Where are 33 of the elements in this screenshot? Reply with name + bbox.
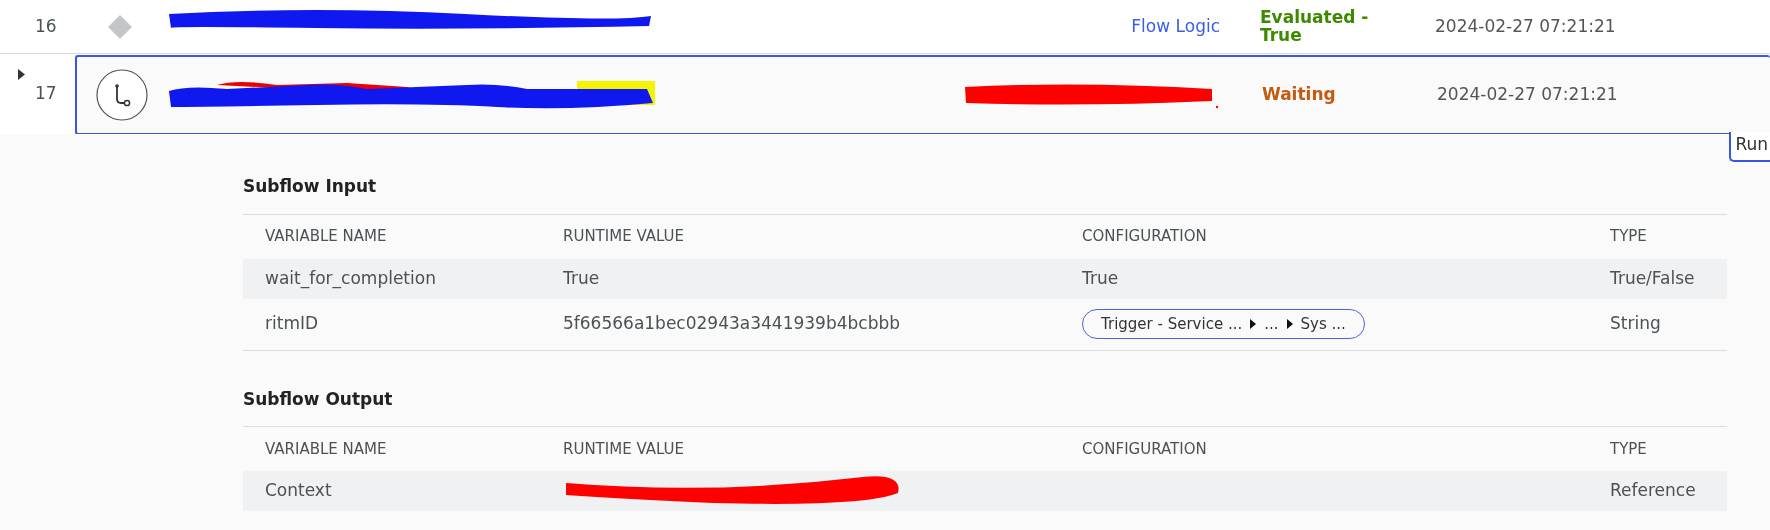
- table-cell: True: [1082, 267, 1119, 288]
- caret-icon: [1250, 319, 1257, 329]
- timestamp: 2024-02-27 07:21:21: [1437, 84, 1618, 105]
- table-cell: wait_for_completion: [265, 267, 436, 288]
- table-cell: String: [1610, 313, 1661, 334]
- column-header: RUNTIME VALUE: [563, 439, 685, 458]
- column-header: CONFIGURATION: [1082, 227, 1207, 246]
- section-title: Subflow Output: [243, 388, 393, 409]
- column-header: VARIABLE NAME: [265, 439, 387, 458]
- table-cell: True/False: [1610, 267, 1695, 288]
- column-header: TYPE: [1610, 439, 1647, 458]
- status-text: Evaluated - True: [1260, 8, 1370, 45]
- flow-logic-link[interactable]: Flow Logic: [1131, 13, 1220, 40]
- column-header: TYPE: [1610, 227, 1647, 246]
- caret-icon: [1286, 319, 1293, 329]
- column-header: VARIABLE NAME: [265, 227, 387, 246]
- table-cell: True: [563, 267, 600, 288]
- table-cell: ritmID: [265, 313, 319, 334]
- table-cell: Context: [265, 480, 332, 501]
- column-header: CONFIGURATION: [1082, 439, 1207, 458]
- timestamp: 2024-02-27 07:21:21: [1435, 15, 1616, 36]
- row-number: 17: [35, 83, 57, 104]
- table-cell: Reference: [1610, 480, 1696, 501]
- diamond-icon: [107, 13, 133, 40]
- row-number: 16: [35, 16, 57, 37]
- column-header: RUNTIME VALUE: [563, 227, 685, 246]
- table-cell: 5f66566a1bec02943a3441939b4bcbbb: [563, 313, 901, 334]
- run-tab[interactable]: Run: [1729, 132, 1770, 162]
- status-text: Waiting: [1262, 86, 1337, 104]
- caret-icon[interactable]: [18, 69, 25, 80]
- section-title: Subflow Input: [243, 176, 377, 196]
- branch-icon: [96, 69, 148, 121]
- selected-row[interactable]: Waiting 2024-02-27 07:21:21: [75, 55, 1770, 135]
